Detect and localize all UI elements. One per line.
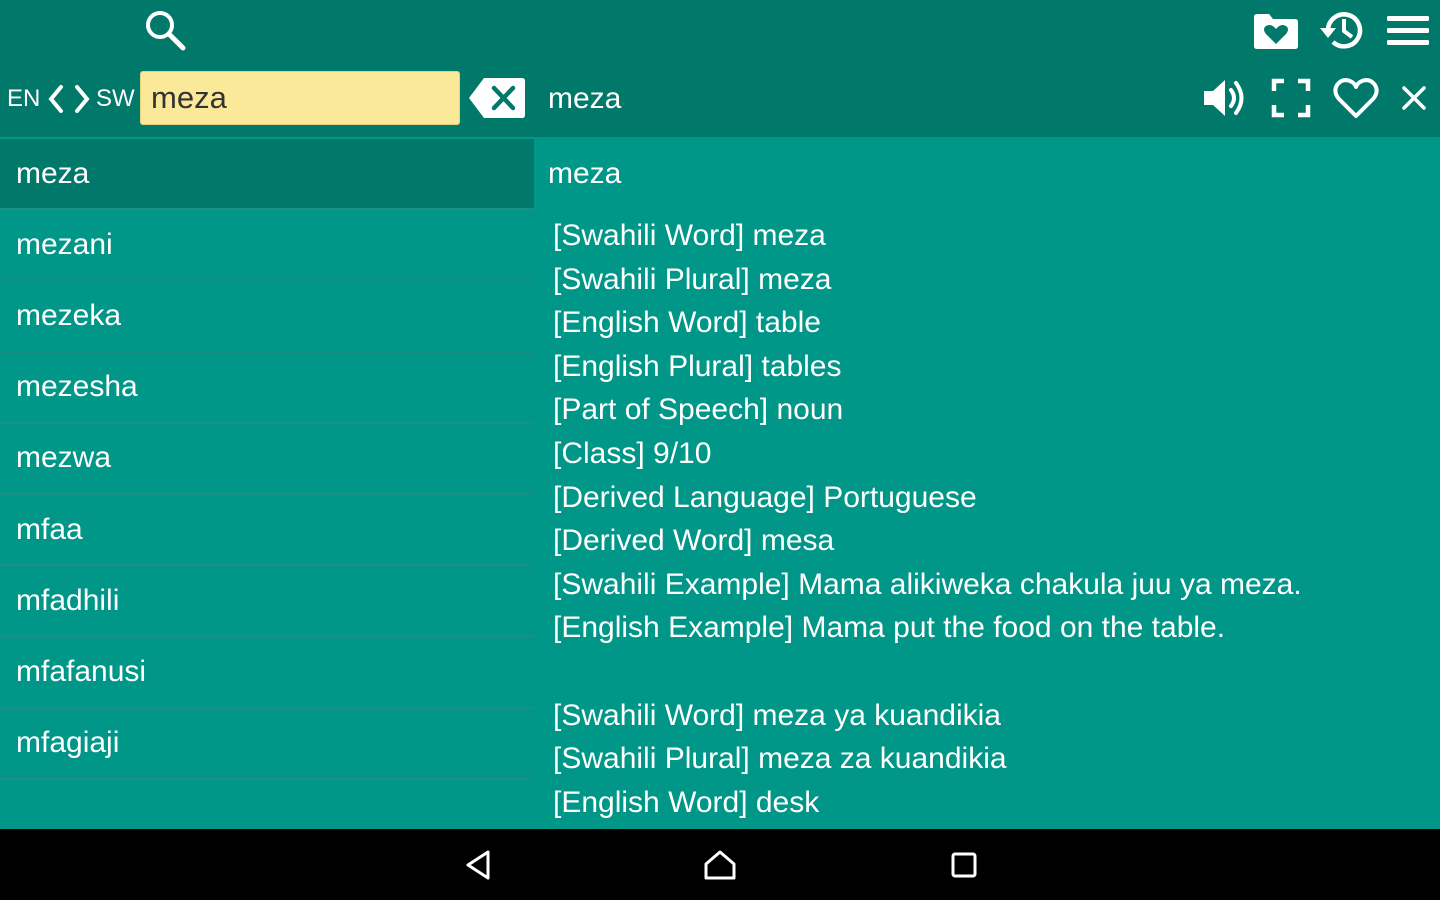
heart-icon: [1333, 78, 1379, 118]
search-button[interactable]: [140, 6, 190, 54]
header-word: meza: [548, 82, 622, 115]
speak-button[interactable]: [1198, 74, 1252, 122]
close-icon: [1402, 86, 1426, 110]
word-list-item[interactable]: meza: [0, 139, 534, 211]
definition-entries: [Swahili Word] meza [Swahili Plural] mez…: [553, 214, 1423, 824]
word-list-item[interactable]: mezani: [0, 210, 534, 282]
definition-line: [English Example] Mama put the food on t…: [553, 611, 1226, 645]
definition-line: [English Word] table: [553, 306, 821, 340]
home-icon: [704, 850, 736, 880]
word-list: meza mezani mezeka mezesha mezwa mfaa mf…: [0, 139, 534, 829]
source-language-label: EN: [7, 85, 41, 112]
definition-line: [Derived Language] Portuguese: [553, 480, 977, 514]
definition-title: meza: [548, 157, 622, 190]
recents-icon: [951, 852, 977, 878]
word-list-item[interactable]: mfafanusi: [0, 637, 534, 709]
definition-line: [English Plural] tables: [553, 349, 842, 383]
search-input[interactable]: [140, 71, 460, 125]
definition-line: [Swahili Plural] meza: [553, 262, 832, 296]
top-toolbar: EN SW meza: [0, 0, 1440, 137]
definition-line: [English Word] desk: [553, 785, 820, 819]
favorite-button[interactable]: [1330, 74, 1382, 122]
speaker-icon: [1204, 80, 1244, 116]
fullscreen-button[interactable]: [1266, 74, 1316, 122]
definition-line: [Swahili Word] meza ya kuandikia: [553, 698, 1001, 732]
chevron-left-right-icon: [48, 85, 90, 113]
word-list-item[interactable]: mezesha: [0, 353, 534, 424]
menu-icon: [1387, 16, 1429, 45]
search-icon: [146, 11, 186, 51]
definition-line: [Derived Word] mesa: [553, 524, 835, 558]
menu-button[interactable]: [1382, 8, 1434, 52]
definition-line: [Swahili Plural] meza za kuandikia: [553, 742, 1007, 776]
nav-recents-button[interactable]: [938, 843, 990, 887]
history-button[interactable]: [1316, 6, 1368, 54]
definition-pane: meza [Swahili Word] meza [Swahili Plural…: [534, 139, 1440, 829]
word-list-item[interactable]: mfagiaji: [0, 709, 534, 780]
swap-language-button[interactable]: [44, 82, 96, 116]
favorite-folder-icon: [1254, 14, 1298, 49]
definition-line: [Class] 9/10: [553, 436, 712, 470]
back-icon: [466, 850, 490, 880]
definition-line: [Swahili Word] meza: [553, 219, 826, 252]
system-navigation-bar: [0, 829, 1440, 900]
target-language-label: SW: [96, 85, 135, 112]
definition-line: [Swahili Example] Mama alikiweka chakula…: [553, 567, 1302, 601]
fullscreen-icon: [1271, 78, 1311, 118]
definition-spacer: [553, 650, 1423, 694]
favorites-folder-button[interactable]: [1250, 8, 1302, 54]
nav-home-button[interactable]: [694, 843, 746, 887]
definition-line: [Part of Speech] noun: [553, 393, 844, 427]
word-list-item[interactable]: mfaa: [0, 495, 534, 567]
word-list-item[interactable]: mezeka: [0, 281, 534, 353]
word-list-item[interactable]: mezwa: [0, 424, 534, 495]
clear-search-button[interactable]: [468, 76, 526, 120]
backspace-clear-icon: [469, 78, 525, 118]
history-icon: [1320, 12, 1363, 49]
word-list-item[interactable]: mfadhili: [0, 566, 534, 638]
nav-back-button[interactable]: [452, 843, 504, 887]
close-button[interactable]: [1396, 80, 1432, 116]
